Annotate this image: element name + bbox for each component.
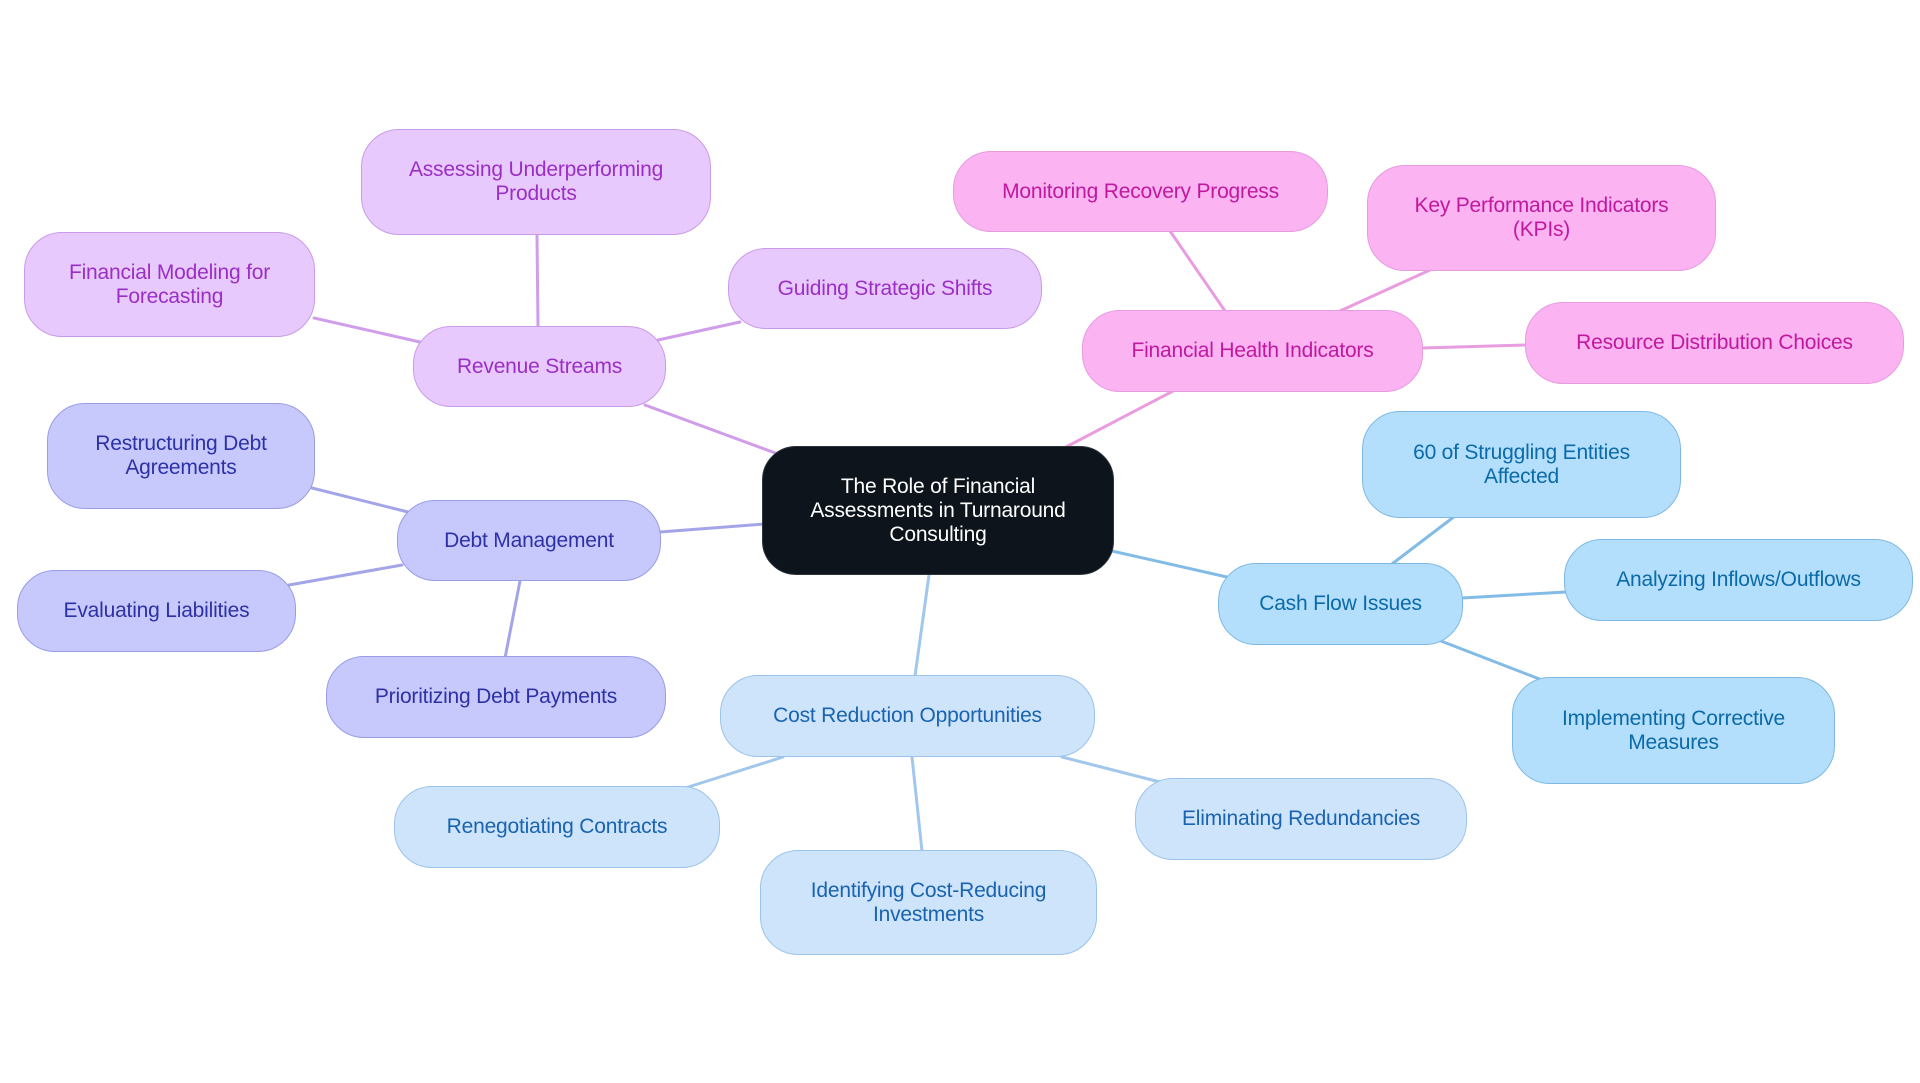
edge-cost-renegotiating — [680, 755, 785, 791]
node-label: Guiding Strategic Shifts — [777, 276, 993, 300]
node-resource-distribution-choices[interactable]: Resource Distribution Choices — [1525, 302, 1904, 384]
node-cash-flow-issues[interactable]: Cash Flow Issues — [1218, 563, 1463, 645]
node-label: Revenue Streams — [456, 354, 623, 378]
edge-revenue-guiding — [656, 320, 742, 342]
node-label: Key Performance Indicators (KPIs) — [1414, 194, 1669, 241]
node-60-of-struggling-entities[interactable]: 60 of Struggling Entities Affected — [1362, 411, 1681, 518]
node-label: Debt Management — [444, 528, 614, 552]
edge-debt-prioritizing — [503, 579, 522, 660]
edge-debt-restructuring — [310, 486, 410, 514]
edge-cashflow-implementing — [1439, 639, 1544, 682]
node-label: Monitoring Recovery Progress — [1002, 179, 1279, 203]
node-label: Cost Reduction Opportunities — [773, 704, 1042, 727]
node-guiding-strategic-shifts[interactable]: Guiding Strategic Shifts — [728, 248, 1042, 329]
node-label: Financial Modeling for Forecasting — [68, 260, 271, 308]
node-evaluating-liabilities[interactable]: Evaluating Liabilities — [17, 570, 296, 652]
node-revenue-streams[interactable]: Revenue Streams — [413, 326, 666, 407]
node-label: Renegotiating Contracts — [446, 815, 668, 838]
root-label: The Role of Financial Assessments in Tur… — [810, 474, 1066, 546]
edge-cashflow-struggling — [1390, 514, 1457, 566]
node-cost-reduction-opportunities[interactable]: Cost Reduction Opportunities — [720, 675, 1095, 757]
node-label: Prioritizing Debt Payments — [374, 685, 618, 708]
node-monitoring-recovery-progress[interactable]: Monitoring Recovery Progress — [953, 151, 1328, 232]
node-renegotiating-contracts[interactable]: Renegotiating Contracts — [394, 786, 720, 868]
node-identifying-cost-reducing-investments[interactable]: Identifying Cost-Reducing Investments — [760, 850, 1097, 955]
node-financial-modeling[interactable]: Financial Modeling for Forecasting — [24, 232, 315, 337]
node-label: Restructuring Debt Agreements — [95, 432, 267, 479]
edge-root-debt — [658, 522, 766, 534]
node-label: Identifying Cost-Reducing Investments — [810, 878, 1047, 926]
node-implementing-corrective-measures[interactable]: Implementing Corrective Measures — [1512, 677, 1835, 784]
edge-debt-evaluating — [287, 563, 404, 587]
edge-root-cashflow — [1110, 549, 1229, 579]
edge-root-revenue — [643, 403, 780, 456]
node-debt-management[interactable]: Debt Management — [397, 500, 661, 581]
node-financial-health-indicators[interactable]: Financial Health Indicators — [1082, 310, 1423, 392]
node-label: Evaluating Liabilities — [63, 599, 250, 622]
edge-health-monitoring — [1168, 229, 1227, 313]
node-prioritizing-debt-payments[interactable]: Prioritizing Debt Payments — [326, 656, 666, 738]
node-restructuring-debt-agreements[interactable]: Restructuring Debt Agreements — [47, 403, 315, 509]
edge-cost-identifying — [910, 755, 924, 853]
node-label: Analyzing Inflows/Outflows — [1616, 568, 1861, 591]
node-label: Implementing Corrective Measures — [1562, 706, 1785, 754]
node-label: Eliminating Redundancies — [1181, 807, 1420, 830]
edge-root-health — [1064, 388, 1177, 449]
node-analyzing-inflows-outflows[interactable]: Analyzing Inflows/Outflows — [1564, 539, 1913, 621]
node-key-performance-indicators[interactable]: Key Performance Indicators (KPIs) — [1367, 165, 1716, 271]
edge-revenue-modeling — [312, 316, 422, 344]
node-label: Assessing Underperforming Products — [408, 158, 664, 205]
node-eliminating-redundancies[interactable]: Eliminating Redundancies — [1135, 778, 1467, 860]
edge-health-resource — [1421, 343, 1529, 350]
root-node[interactable]: The Role of Financial Assessments in Tur… — [762, 446, 1114, 575]
edge-revenue-assessing — [535, 234, 540, 328]
node-label: Resource Distribution Choices — [1576, 331, 1853, 354]
node-label: Financial Health Indicators — [1131, 339, 1374, 362]
node-assessing-underperforming-products[interactable]: Assessing Underperforming Products — [361, 129, 711, 235]
node-label: 60 of Struggling Entities Affected — [1413, 440, 1630, 488]
node-label: Cash Flow Issues — [1259, 592, 1422, 615]
edge-root-cost — [913, 573, 931, 678]
edge-cashflow-analyzing — [1460, 590, 1568, 600]
edge-cost-eliminating — [1060, 755, 1162, 784]
edge-health-kpi — [1338, 268, 1432, 313]
